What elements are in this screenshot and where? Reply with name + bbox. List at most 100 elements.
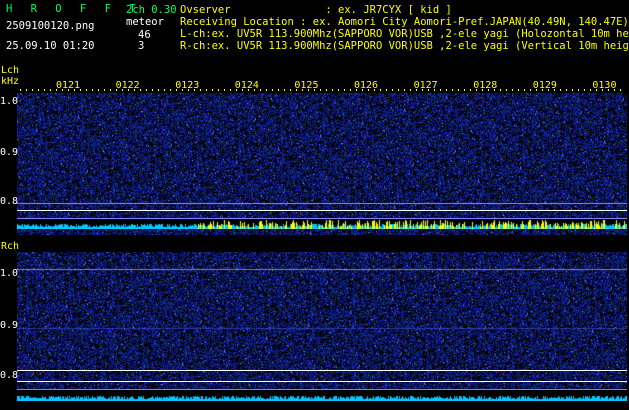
time-tick <box>578 89 579 91</box>
time-tick <box>290 89 291 91</box>
time-tick <box>452 89 453 91</box>
time-tick <box>332 89 333 91</box>
time-tick <box>104 89 105 91</box>
lch-ytick-1.0: 1.0 <box>0 96 19 107</box>
time-tick <box>506 89 507 91</box>
time-tick <box>476 89 477 91</box>
time-tick <box>140 89 141 91</box>
time-tick <box>518 89 519 91</box>
rch-ytick-0.9: 0.9 <box>0 320 19 331</box>
time-tick <box>308 89 309 91</box>
time-tick <box>32 89 33 91</box>
time-tick <box>152 89 153 91</box>
time-tick <box>122 89 123 91</box>
lch-ytick-0.9: 0.9 <box>0 147 19 158</box>
app-title: H R O F F T <box>6 3 142 15</box>
time-tick <box>380 89 381 91</box>
time-tick <box>410 89 411 91</box>
time-tick <box>404 89 405 91</box>
time-tick <box>224 89 225 91</box>
time-tick <box>92 89 93 91</box>
time-tick <box>284 89 285 91</box>
time-tick <box>566 89 567 91</box>
time-tick <box>218 89 219 91</box>
time-tick <box>182 89 183 91</box>
time-tick <box>134 89 135 91</box>
time-tick <box>110 89 111 91</box>
time-tick <box>74 89 75 91</box>
time-tick <box>116 89 117 91</box>
lch-count: 46 <box>138 29 151 41</box>
time-tick <box>302 89 303 91</box>
lch-channel-label: Lch <box>1 65 20 76</box>
time-tick <box>446 89 447 91</box>
time-tick <box>62 89 63 91</box>
file-name: 2509100120.png <box>6 20 95 32</box>
lch-activity-bar <box>17 219 627 229</box>
time-tick <box>560 89 561 91</box>
rch-count: 3 <box>138 40 145 52</box>
time-tick <box>50 89 51 91</box>
time-tick <box>362 89 363 91</box>
lch-ytick-0.8: 0.8 <box>0 196 19 207</box>
lch-spectrogram <box>17 93 627 235</box>
time-tick <box>350 89 351 91</box>
time-tick <box>128 89 129 91</box>
time-tick <box>56 89 57 91</box>
time-tick <box>392 89 393 91</box>
time-tick <box>242 89 243 91</box>
hroft-window: H R O F F T 2ch 0.30 meteor 2509100120.p… <box>0 0 629 410</box>
time-tick <box>368 89 369 91</box>
time-tick <box>200 89 201 91</box>
time-tick <box>596 89 597 91</box>
time-tick <box>38 89 39 91</box>
mode-label: 2ch 0.30 <box>126 4 177 16</box>
time-tick <box>320 89 321 91</box>
lch-unit-label: kHz <box>1 76 20 87</box>
time-tick <box>314 89 315 91</box>
time-tick <box>296 89 297 91</box>
time-tick <box>272 89 273 91</box>
time-tick <box>590 89 591 91</box>
time-tick <box>164 89 165 91</box>
time-tick <box>248 89 249 91</box>
time-tick <box>260 89 261 91</box>
time-tick <box>386 89 387 91</box>
time-tick <box>326 89 327 91</box>
time-tick <box>620 89 621 91</box>
time-tick <box>548 89 549 91</box>
time-tick <box>68 89 69 91</box>
time-tick <box>344 89 345 91</box>
time-tick <box>188 89 189 91</box>
time-tick <box>458 89 459 91</box>
time-tick <box>602 89 603 91</box>
time-tick <box>584 89 585 91</box>
time-tick <box>416 89 417 91</box>
time-tick <box>80 89 81 91</box>
lch-separator-line <box>17 210 627 211</box>
time-tick <box>614 89 615 91</box>
time-tick <box>146 89 147 91</box>
rch-ytick-0.8: 0.8 <box>0 370 19 381</box>
time-tick <box>488 89 489 91</box>
time-tick <box>608 89 609 91</box>
time-tick <box>356 89 357 91</box>
rch-separator-line <box>17 370 627 371</box>
rch-ytick-1.0: 1.0 <box>0 268 19 279</box>
time-tick <box>572 89 573 91</box>
time-tick <box>338 89 339 91</box>
time-tick <box>158 89 159 91</box>
location-info: Receiving Location : ex. Aomori City Aom… <box>180 16 629 28</box>
time-tick <box>422 89 423 91</box>
rch-separator-line <box>17 389 627 390</box>
rch-receiver-info: R-ch:ex. UV5R 113.900Mhz(SAPPORO VOR)USB… <box>180 40 629 52</box>
time-tick <box>542 89 543 91</box>
time-tick <box>530 89 531 91</box>
time-tick <box>434 89 435 91</box>
time-tick <box>254 89 255 91</box>
lch-receiver-info: L-ch:ex. UV5R 113.900Mhz(SAPPORO VOR)USB… <box>180 28 629 40</box>
time-tick <box>428 89 429 91</box>
time-tick <box>524 89 525 91</box>
time-tick <box>98 89 99 91</box>
rch-activity-bar <box>17 391 627 401</box>
